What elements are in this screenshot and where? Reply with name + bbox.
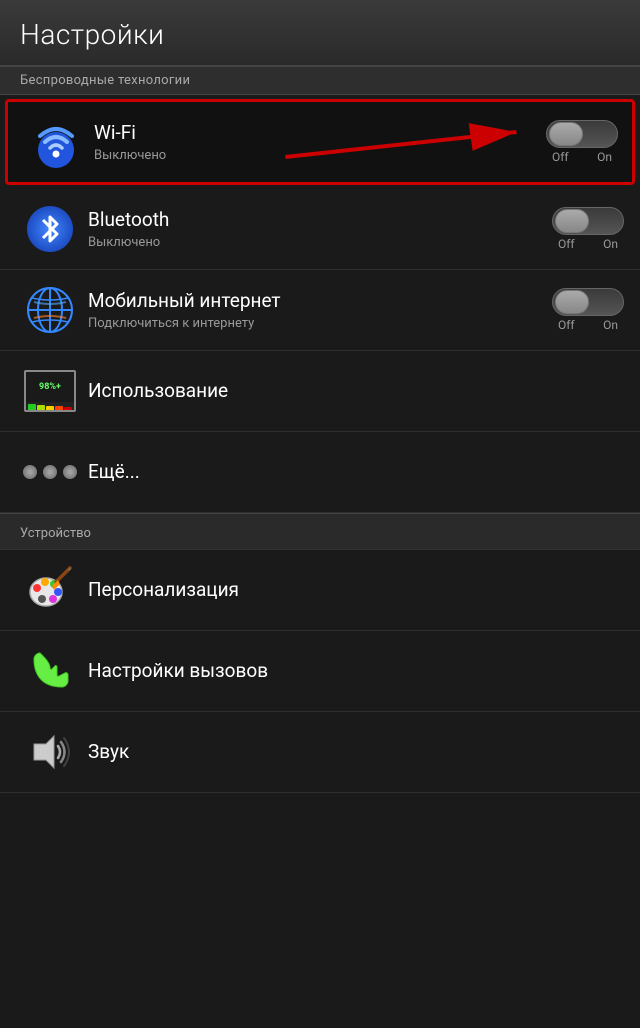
bluetooth-icon <box>27 206 73 252</box>
sound-text: Звук <box>84 740 624 765</box>
bluetooth-icon-container <box>16 199 84 259</box>
wifi-toggle-on: On <box>597 150 612 164</box>
usage-text: Использование <box>84 379 624 404</box>
dot-1 <box>23 465 37 479</box>
more-title: Ещё... <box>88 460 624 485</box>
wifi-toggle-labels: Off On <box>546 150 618 164</box>
wireless-section-label: Беспроводные технологии <box>20 73 190 88</box>
wifi-toggle[interactable]: Off On <box>546 120 618 164</box>
bluetooth-item[interactable]: Bluetooth Выключено Off On <box>0 189 640 270</box>
more-item[interactable]: Ещё... <box>0 432 640 513</box>
mobile-internet-subtitle: Подключиться к интернету <box>88 316 552 331</box>
personalization-icon <box>24 564 76 616</box>
wifi-toggle-thumb <box>549 122 583 146</box>
calls-title: Настройки вызовов <box>88 659 624 684</box>
sound-title: Звук <box>88 740 624 765</box>
mobile-internet-item[interactable]: Мобильный интернет Подключиться к интерн… <box>0 270 640 351</box>
wifi-icon <box>30 116 82 168</box>
wifi-subtitle: Выключено <box>94 148 546 163</box>
bluetooth-toggle-switch[interactable] <box>552 207 624 235</box>
mobile-toggle-switch[interactable] <box>552 288 624 316</box>
usage-item[interactable]: 98%+ Использование <box>0 351 640 432</box>
mobile-toggle-on: On <box>603 318 618 332</box>
personalization-title: Персонализация <box>88 578 624 603</box>
calls-item[interactable]: Настройки вызовов <box>0 631 640 712</box>
more-icon-container <box>16 442 84 502</box>
device-section-header: Устройство <box>0 513 640 550</box>
sound-icon-container <box>16 722 84 782</box>
calls-text: Настройки вызовов <box>84 659 624 684</box>
bluetooth-toggle-labels: Off On <box>552 237 624 251</box>
bluetooth-toggle-off: Off <box>558 237 575 251</box>
usage-title: Использование <box>88 379 624 404</box>
personalization-text: Персонализация <box>84 578 624 603</box>
mobile-internet-toggle[interactable]: Off On <box>552 288 624 332</box>
mobile-toggle-labels: Off On <box>552 318 624 332</box>
mobile-internet-title: Мобильный интернет <box>88 289 552 314</box>
personalization-item[interactable]: Персонализация <box>0 550 640 631</box>
sound-icon <box>24 726 76 778</box>
bluetooth-subtitle: Выключено <box>88 235 552 250</box>
bluetooth-toggle-on: On <box>603 237 618 251</box>
personalization-icon-container <box>16 560 84 620</box>
wifi-toggle-switch[interactable] <box>546 120 618 148</box>
globe-icon-container <box>16 280 84 340</box>
mobile-internet-text: Мобильный интернет Подключиться к интерн… <box>84 289 552 331</box>
usage-icon-container: 98%+ <box>16 361 84 421</box>
wifi-title: Wi-Fi <box>94 121 546 146</box>
wireless-section-header: Беспроводные технологии <box>0 66 640 95</box>
bluetooth-toggle-thumb <box>555 209 589 233</box>
wifi-toggle-off: Off <box>552 150 569 164</box>
phone-icon <box>24 645 76 697</box>
page-title: Настройки <box>20 18 620 51</box>
more-dots-icon <box>23 465 77 479</box>
wifi-item[interactable]: Wi-Fi Выключено Off On <box>5 99 635 185</box>
bluetooth-toggle[interactable]: Off On <box>552 207 624 251</box>
dot-3 <box>63 465 77 479</box>
calls-icon-container <box>16 641 84 701</box>
wifi-icon-container <box>22 112 90 172</box>
device-section-label: Устройство <box>20 526 91 541</box>
sound-item[interactable]: Звук <box>0 712 640 793</box>
bluetooth-title: Bluetooth <box>88 208 552 233</box>
usage-icon: 98%+ <box>24 370 76 412</box>
dot-2 <box>43 465 57 479</box>
app-header: Настройки <box>0 0 640 66</box>
bluetooth-text: Bluetooth Выключено <box>84 208 552 250</box>
mobile-toggle-off: Off <box>558 318 575 332</box>
mobile-toggle-thumb <box>555 290 589 314</box>
wifi-text: Wi-Fi Выключено <box>90 121 546 163</box>
globe-icon <box>24 284 76 336</box>
more-text: Ещё... <box>84 460 624 485</box>
